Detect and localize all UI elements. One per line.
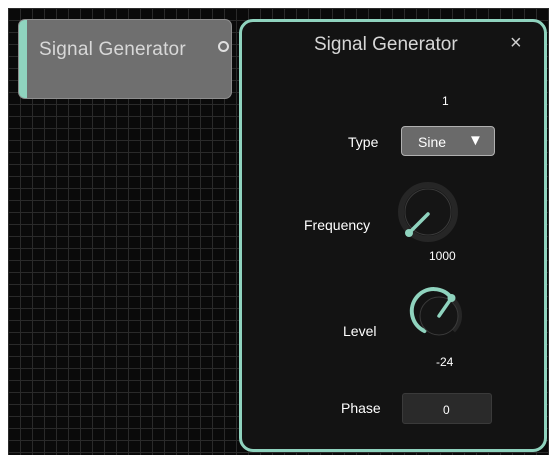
node-accent-bar (19, 20, 27, 98)
level-value: -24 (436, 355, 454, 369)
chevron-down-icon: ▼ (468, 132, 483, 149)
level-knob[interactable] (403, 280, 475, 352)
close-icon[interactable]: × (510, 32, 522, 55)
level-label: Level (343, 323, 377, 339)
frequency-knob[interactable] (392, 176, 464, 248)
channel-number: 1 (442, 94, 449, 108)
phase-input[interactable]: 0 (402, 393, 492, 424)
phase-label: Phase (341, 400, 381, 416)
panel-title: Signal Generator (314, 34, 458, 55)
frequency-value: 1000 (429, 249, 456, 263)
signal-generator-panel: Signal Generator × 1 Type Sine ▼ Frequen… (239, 19, 547, 452)
output-port-icon[interactable] (218, 41, 229, 52)
type-dropdown[interactable]: Sine ▼ (401, 126, 495, 156)
node-title: Signal Generator (39, 39, 186, 60)
signal-generator-node[interactable]: Signal Generator (18, 19, 232, 99)
phase-value: 0 (443, 403, 450, 417)
frequency-label: Frequency (304, 217, 371, 233)
type-selected-value: Sine (418, 134, 447, 150)
type-label: Type (348, 134, 379, 150)
